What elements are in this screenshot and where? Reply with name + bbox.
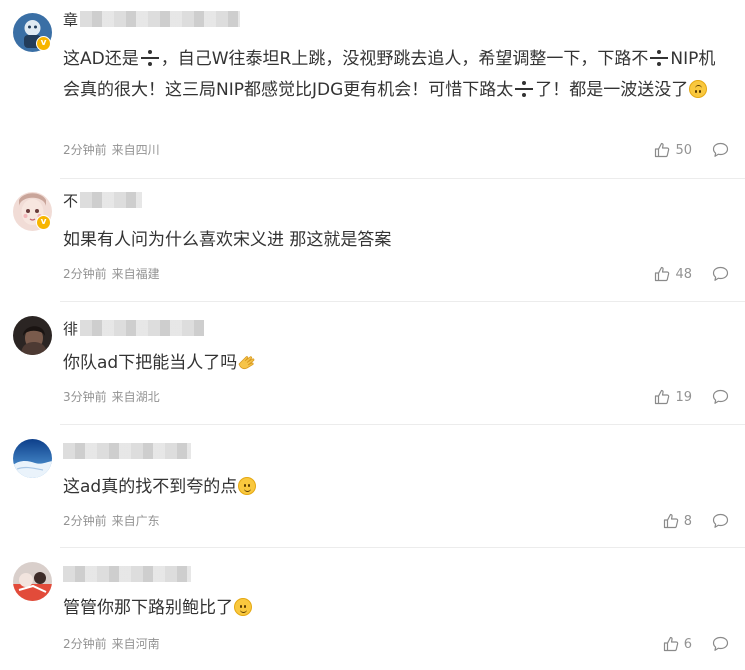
blurred-username [80,320,204,336]
comment-time: 2分钟前 [63,637,107,651]
comment-text: 如果有人问为什么喜欢宋义进 那这就是答案 [63,225,725,256]
username[interactable]: 徘 [63,318,204,338]
comment-time: 2分钟前 [63,514,107,528]
comment-location: 来自四川 [111,143,160,157]
like-button[interactable]: 8 [663,513,692,529]
like-button[interactable]: 19 [654,389,692,405]
like-button[interactable]: 6 [663,636,692,652]
username[interactable]: 章 [63,9,240,29]
comment-time: 3分钟前 [63,390,107,404]
comment-text-part: 如果有人问为什么喜欢宋义进 那这就是答案 [63,230,392,250]
comment-text-part: 你队ad下把能当人了吗 [63,353,238,373]
comment-time: 2分钟前 [63,267,107,281]
avatar[interactable] [13,316,52,355]
comment-meta: 2分钟前 来自广东 [63,513,160,529]
avatar[interactable] [13,439,52,478]
comment-item: 这ad真的找不到夸的点 2分钟前 来自广东 8 [0,425,745,547]
clapping-hands-icon [238,356,255,370]
comment-location: 来自湖北 [111,390,160,404]
like-count: 19 [675,389,692,405]
comment-location: 来自福建 [111,267,160,281]
comment-text-part: ，自己W往泰坦R上跳，没视野跳去追人，希望调整一下，下路不 [160,49,649,69]
divide-sign-icon [649,49,669,67]
comment-actions: 8 [663,512,729,530]
avatar[interactable] [13,562,52,601]
slight-smile-icon [234,598,252,616]
blurred-username [80,192,142,208]
comment-text-part: 管管你那下路别鲍比了 [63,598,233,618]
username[interactable]: 不 [63,190,142,210]
blurred-username [63,443,191,459]
comment-meta: 2分钟前 来自福建 [63,266,160,282]
comment-time: 2分钟前 [63,143,107,157]
comment-bubble-icon[interactable] [712,266,729,282]
like-count: 8 [683,513,692,529]
thumbs-up-icon [663,636,678,652]
comment-text-part: 这AD还是 [63,49,139,69]
like-count: 48 [675,266,692,282]
comment-actions: 50 [654,141,729,159]
username[interactable] [63,441,191,461]
like-count: 50 [675,142,692,158]
comment-item: v 不 如果有人问为什么喜欢宋义进 那这就是答案 2分钟前 来自福建 48 [0,179,745,302]
comment-item: 徘 你队ad下把能当人了吗 3分钟前 来自湖北 19 [0,302,745,425]
comment-location: 来自河南 [111,637,160,651]
comment-meta: 2分钟前 来自四川 [63,142,160,158]
comment-text: 你队ad下把能当人了吗 [63,348,725,379]
comment-bubble-icon[interactable] [712,142,729,158]
username-first-char: 不 [63,191,78,210]
comment-actions: 48 [654,265,729,283]
comment-text-part: 这ad真的找不到夸的点 [63,477,238,497]
upside-down-face-icon [689,80,708,98]
verified-badge-icon: v [36,215,51,230]
thumbs-up-icon [655,389,670,405]
comment-actions: 6 [663,635,729,653]
username[interactable] [63,564,191,584]
comment-text: 这AD还是 ，自己W往泰坦R上跳，没视野跳去追人，希望调整一下，下路不 NIP机会真… [63,44,725,106]
comment-actions: 19 [654,388,729,406]
thumbs-up-icon [655,266,670,282]
like-button[interactable]: 50 [654,142,692,158]
comment-item: 管管你那下路别鲍比了 2分钟前 来自河南 6 [0,548,745,670]
like-button[interactable]: 48 [654,266,692,282]
comment-text: 这ad真的找不到夸的点 [63,472,725,503]
comment-bubble-icon[interactable] [712,636,729,652]
divide-sign-icon [514,80,534,98]
comment-meta: 3分钟前 来自湖北 [63,389,160,405]
comment-item: v 章 这AD还是 ，自己W往泰坦R上跳，没视野跳去追人，希望调整一下，下路不 NI… [0,0,745,178]
comment-text: 管管你那下路别鲍比了 [63,593,725,624]
username-first-char: 徘 [63,319,78,338]
thumbs-up-icon [663,513,678,529]
comment-bubble-icon[interactable] [712,389,729,405]
thumbs-up-icon [655,142,670,158]
like-count: 6 [683,636,692,652]
blurred-username [80,11,240,27]
comment-location: 来自广东 [111,514,160,528]
comment-bubble-icon[interactable] [712,513,729,529]
comment-meta: 2分钟前 来自河南 [63,636,160,652]
username-first-char: 章 [63,10,78,29]
blurred-username [63,566,191,582]
divide-sign-icon [140,49,160,67]
comment-text-part: 了！都是一波送没了 [535,80,689,100]
verified-badge-icon: v [36,36,51,51]
slight-smile-icon [238,477,257,495]
